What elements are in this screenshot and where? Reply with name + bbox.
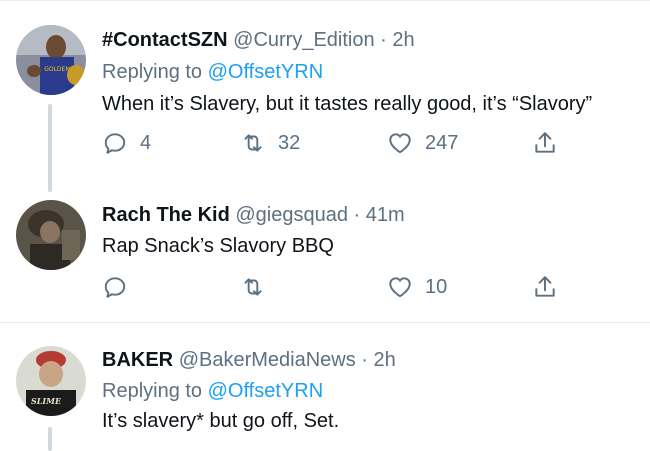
timestamp[interactable]: 2h: [374, 349, 396, 371]
thread-line: [48, 104, 52, 192]
display-name[interactable]: BAKER: [102, 349, 173, 371]
timestamp[interactable]: 2h: [392, 29, 414, 51]
replying-to: Replying to @OffsetYRN: [102, 379, 323, 403]
share-icon: [532, 274, 558, 300]
tweet-1[interactable]: GOLDEN #ContactSZN @Curry_Edition · 2h R…: [0, 0, 650, 192]
tweet-text: When it’s Slavery, but it tastes really …: [102, 93, 593, 115]
like-count: 247: [425, 131, 459, 154]
replying-to-prefix: Replying to: [102, 380, 203, 402]
avatar[interactable]: SLIME: [16, 346, 86, 416]
thread-line: [48, 427, 52, 451]
tweet-text: Rap Snack’s Slavory BBQ: [102, 235, 334, 257]
avatar-shirt-text: SLIME: [31, 396, 62, 406]
svg-text:GOLDEN: GOLDEN: [44, 66, 70, 73]
avatar[interactable]: [16, 200, 86, 270]
tweet-header: #ContactSZN @Curry_Edition · 2h: [102, 28, 415, 52]
mention-link[interactable]: @OffsetYRN: [208, 380, 324, 402]
retweet-button[interactable]: [240, 272, 278, 302]
handle[interactable]: @giegsquad: [235, 204, 348, 226]
reply-icon: [102, 130, 128, 156]
retweet-button[interactable]: 32: [240, 128, 300, 158]
tweet-3[interactable]: SLIME BAKER @BakerMediaNews · 2h Replyin…: [0, 323, 650, 451]
like-button[interactable]: 247: [387, 128, 458, 158]
heart-icon: [387, 130, 413, 156]
replying-to-prefix: Replying to: [102, 61, 203, 83]
reply-button[interactable]: 4: [102, 128, 151, 158]
tweet-actions: 10: [102, 272, 572, 302]
handle[interactable]: @BakerMediaNews: [179, 349, 356, 371]
reply-icon: [102, 274, 128, 300]
retweet-count: 32: [278, 131, 301, 154]
reply-button[interactable]: [102, 272, 140, 302]
mention-link[interactable]: @OffsetYRN: [208, 61, 324, 83]
separator-dot: ·: [380, 29, 387, 51]
avatar[interactable]: GOLDEN: [16, 25, 86, 95]
timestamp[interactable]: 41m: [366, 204, 405, 226]
like-button[interactable]: 10: [387, 272, 447, 302]
display-name[interactable]: Rach The Kid: [102, 204, 230, 226]
tweet-actions: 4 32 247: [102, 128, 572, 158]
share-icon: [532, 130, 558, 156]
separator-dot: ·: [353, 204, 361, 226]
display-name[interactable]: #ContactSZN: [102, 29, 228, 51]
separator-dot: ·: [361, 349, 368, 371]
replying-to: Replying to @OffsetYRN: [102, 60, 323, 84]
tweet-header: Rach The Kid @giegsquad · 41m: [102, 203, 405, 227]
retweet-icon: [240, 274, 266, 300]
tweet-text: It’s slavery* but go off, Set.: [102, 410, 340, 432]
like-count: 10: [425, 275, 448, 298]
heart-icon: [387, 274, 413, 300]
retweet-icon: [240, 130, 266, 156]
tweet-header: BAKER @BakerMediaNews · 2h: [102, 348, 396, 372]
tweet-2[interactable]: Rach The Kid @giegsquad · 41m Rap Snack’…: [0, 181, 650, 322]
reply-count: 4: [140, 131, 152, 154]
share-button[interactable]: [532, 128, 558, 158]
share-button[interactable]: [532, 272, 558, 302]
handle[interactable]: @Curry_Edition: [233, 29, 374, 51]
